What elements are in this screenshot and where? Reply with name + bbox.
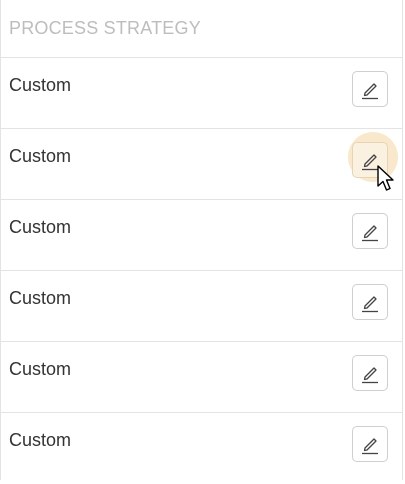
pencil-edit-icon <box>362 296 378 313</box>
row-label: Custom <box>9 75 72 95</box>
row-label: Custom <box>9 146 72 166</box>
pencil-edit-icon <box>362 367 378 384</box>
edit-button[interactable] <box>352 213 388 249</box>
row-label: Custom <box>9 217 72 237</box>
pencil-edit-icon <box>362 438 378 455</box>
table-row: Custom <box>1 129 402 200</box>
edit-button[interactable] <box>352 284 388 320</box>
table-row: Custom <box>1 413 402 484</box>
edit-button[interactable] <box>352 426 388 462</box>
process-strategy-column: PROCESS STRATEGY Custom Custom Custom Cu… <box>0 0 403 480</box>
row-label: Custom <box>9 359 72 379</box>
table-row: Custom <box>1 271 402 342</box>
table-row: Custom <box>1 200 402 271</box>
edit-button[interactable] <box>352 355 388 391</box>
edit-button[interactable] <box>352 142 388 178</box>
column-header: PROCESS STRATEGY <box>1 0 402 58</box>
pencil-edit-icon <box>362 83 378 100</box>
table-row: Custom <box>1 58 402 129</box>
pencil-edit-icon <box>362 225 378 242</box>
row-label: Custom <box>9 430 72 450</box>
pencil-edit-icon <box>362 154 378 171</box>
table-row: Custom <box>1 342 402 413</box>
row-label: Custom <box>9 288 72 308</box>
edit-button[interactable] <box>352 71 388 107</box>
